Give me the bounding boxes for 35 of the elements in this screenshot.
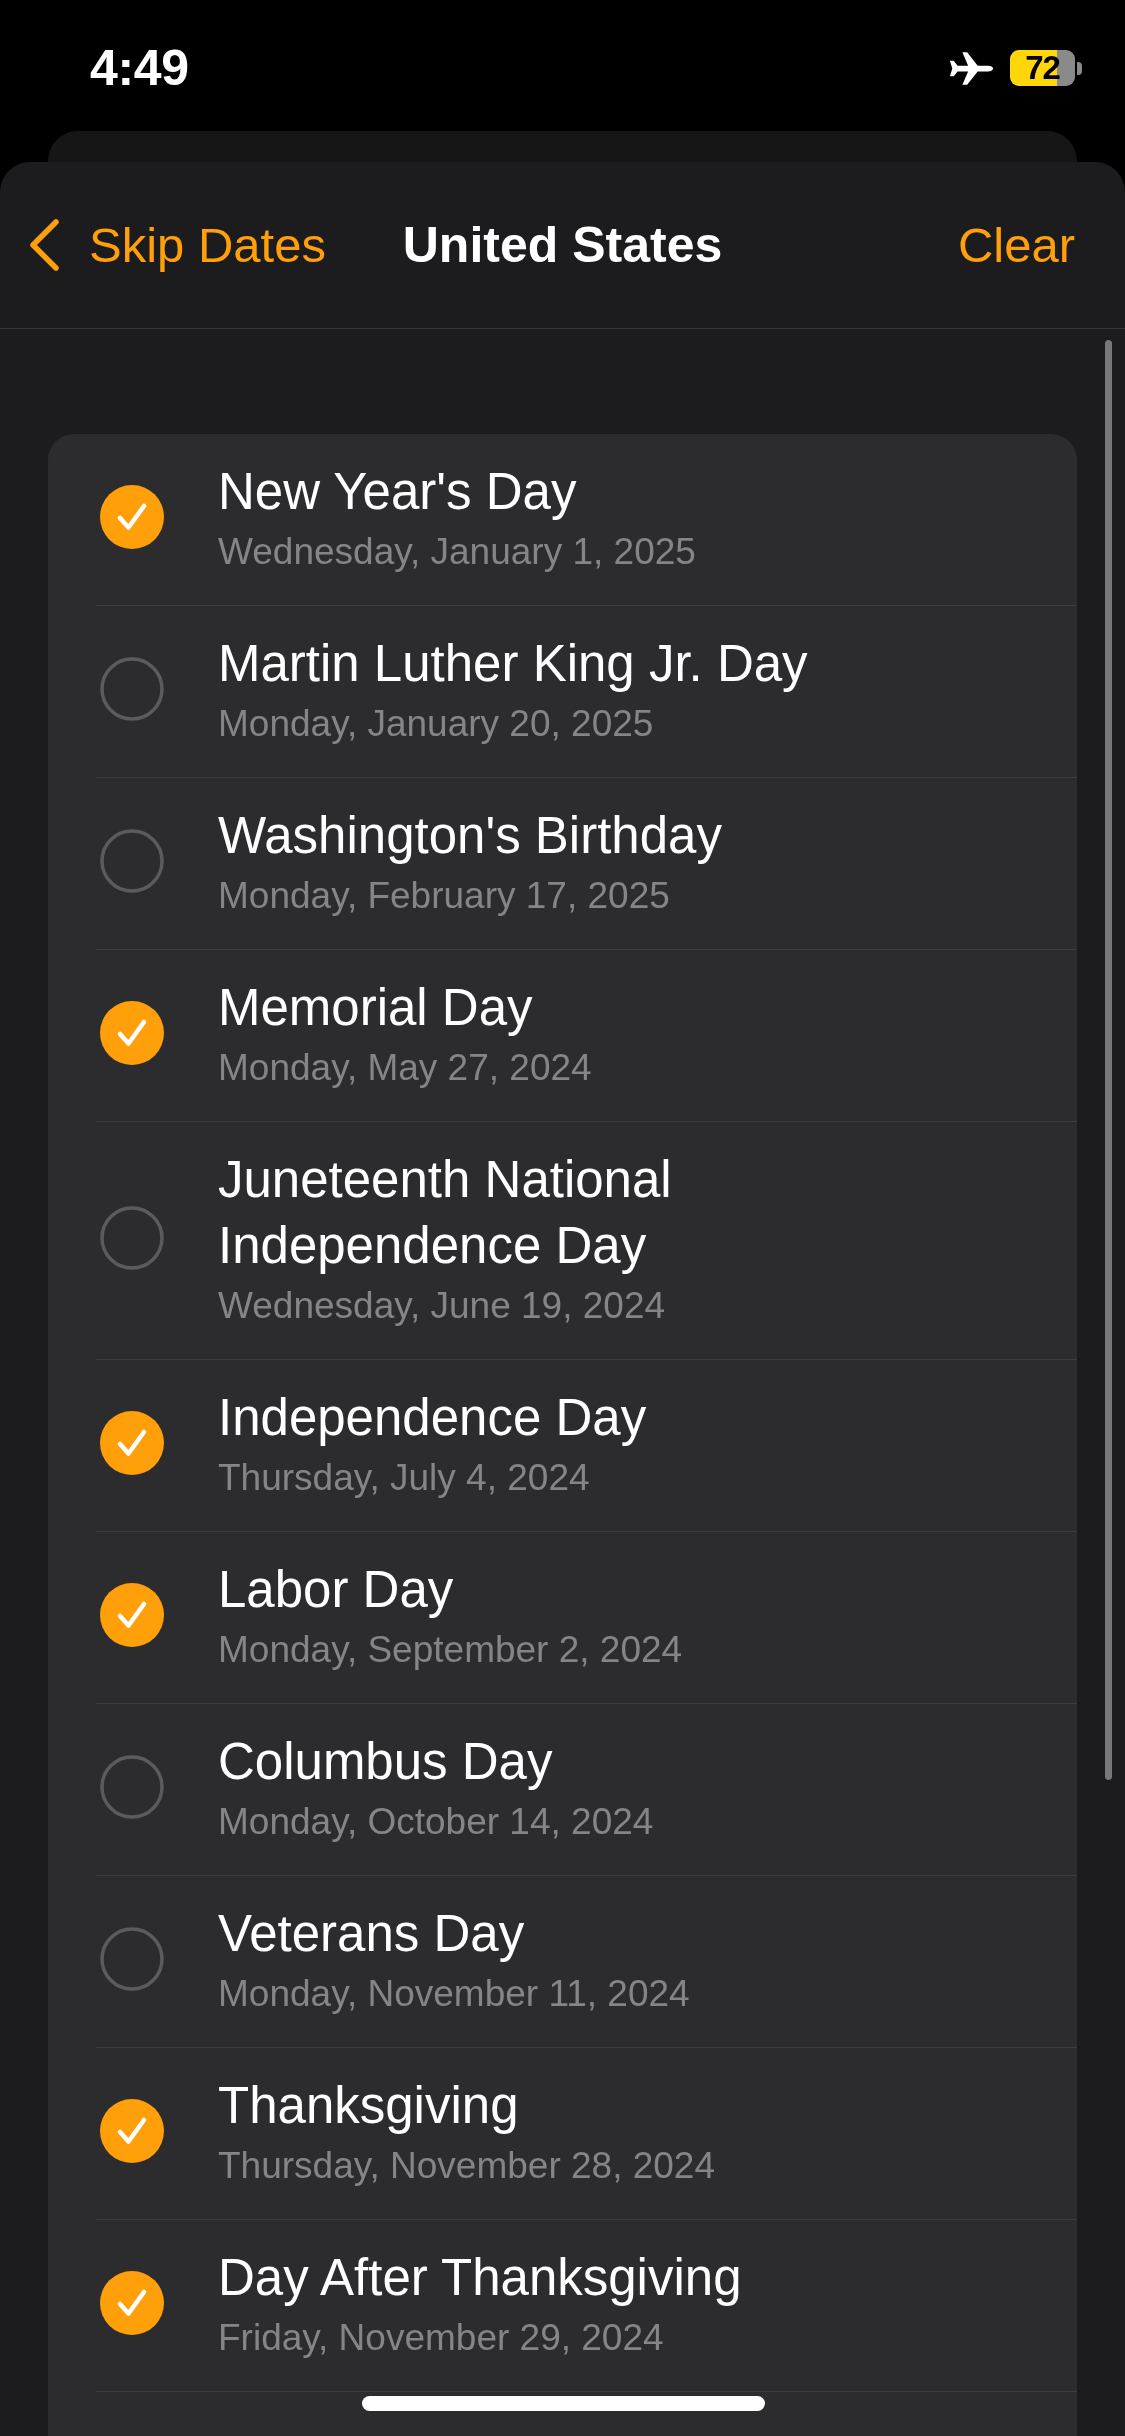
holiday-date: Wednesday, June 19, 2024 — [218, 1284, 667, 1328]
checked-circle-icon[interactable] — [100, 2270, 164, 2335]
checked-circle-icon[interactable] — [100, 1000, 164, 1065]
holiday-date: Monday, May 27, 2024 — [218, 1046, 592, 1090]
airplane-icon — [948, 50, 994, 86]
holiday-date: Monday, September 2, 2024 — [218, 1628, 683, 1672]
holiday-name: Day After Thanksgiving — [218, 2248, 742, 2308]
holiday-date: Monday, November 11, 2024 — [218, 1972, 690, 2016]
checked-circle-icon[interactable] — [100, 1582, 164, 1647]
holiday-name: Independence Day — [218, 1388, 647, 1448]
checked-circle-icon[interactable] — [100, 2098, 164, 2163]
holiday-name: Labor Day — [218, 1560, 455, 1620]
back-button[interactable]: Skip Dates — [0, 215, 326, 275]
holiday-date: Monday, January 20, 2025 — [218, 702, 655, 746]
holiday-name: Juneteenth National Independence Day — [218, 1150, 673, 1276]
back-chevron-icon[interactable] — [28, 218, 60, 272]
holiday-name: Martin Luther King Jr. Day — [218, 634, 808, 694]
holiday-name: Washington's Birthday — [218, 806, 722, 866]
holiday-name: Columbus Day — [218, 1732, 554, 1792]
battery-indicator: 72 — [1010, 50, 1082, 86]
holiday-name: Thanksgiving — [218, 2076, 520, 2136]
holiday-date: Monday, October 14, 2024 — [218, 1800, 654, 1844]
holiday-name: Veterans Day — [218, 1904, 526, 1964]
clear-button[interactable]: Clear — [957, 215, 1125, 275]
status-time: 4:49 — [90, 40, 189, 96]
checked-circle-icon[interactable] — [100, 484, 164, 549]
holiday-name: New Year's Day — [218, 462, 578, 522]
holiday-date: Friday, November 29, 2024 — [218, 2316, 665, 2360]
holiday-date: Wednesday, January 1, 2025 — [218, 530, 696, 574]
holiday-date: Thursday, November 28, 2024 — [218, 2144, 716, 2188]
holiday-name: Memorial Day — [218, 978, 534, 1038]
checked-circle-icon[interactable] — [100, 1410, 164, 1475]
holiday-date: Monday, February 17, 2025 — [218, 874, 671, 918]
nav-title: United States — [402, 216, 723, 275]
holiday-date: Thursday, July 4, 2024 — [218, 1456, 591, 1500]
